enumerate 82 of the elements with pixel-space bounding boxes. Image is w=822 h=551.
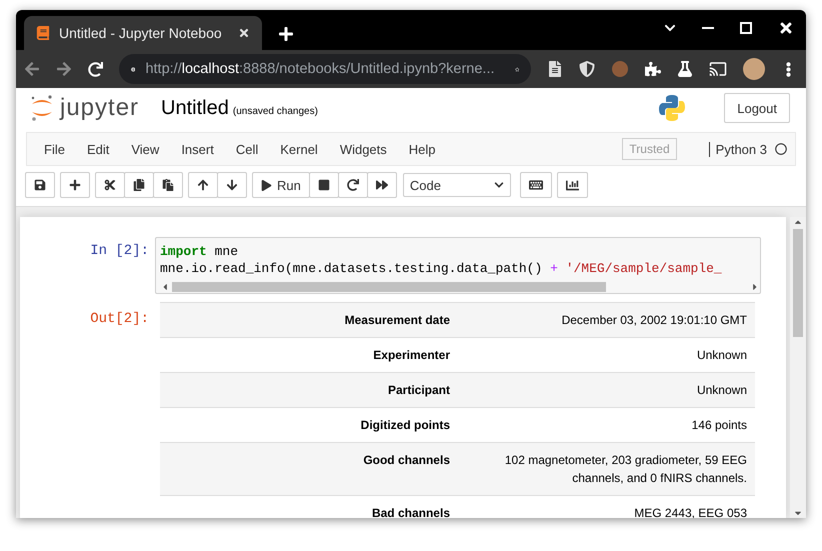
cut-button[interactable] [95, 172, 125, 198]
tab-title: Untitled - Jupyter Noteboo [59, 25, 223, 41]
notebook-name[interactable]: Untitled [161, 96, 229, 118]
menu-item[interactable]: Cell [226, 142, 272, 156]
move-up-button[interactable] [188, 172, 218, 198]
table-cell-text: December 03, 2002 19:01:10 GMT [560, 312, 747, 329]
table-header-cell-text: Experimenter [372, 347, 450, 364]
scrollbar-thumb[interactable] [172, 282, 606, 292]
play-icon [261, 180, 272, 190]
menu-item[interactable]: Help [400, 142, 449, 156]
restart-button[interactable] [338, 172, 368, 198]
new-tab-icon [278, 26, 294, 42]
chevron-down-icon [494, 180, 504, 190]
menu-item[interactable]: Edit [78, 142, 122, 156]
fast-forward-button[interactable] [366, 172, 397, 198]
save-icon [34, 179, 46, 191]
cast-icon [709, 60, 727, 78]
table-header-cell-text: Measurement date [344, 312, 450, 329]
paste-icon [162, 179, 174, 191]
url-text: localhost [182, 61, 239, 77]
keyboard-button[interactable] [520, 172, 552, 198]
menu-item[interactable]: Insert [172, 142, 227, 156]
restart-icon [346, 179, 359, 191]
menu-item[interactable]: View [122, 142, 172, 156]
chart-button[interactable] [556, 172, 588, 198]
avatar[interactable] [743, 58, 765, 80]
scrollbar-thumb[interactable] [793, 229, 803, 337]
stop-icon [318, 179, 330, 191]
jupyter-logo: jupyter [30, 94, 140, 122]
paste-button[interactable] [153, 172, 183, 198]
table-cell-text: 146 points [690, 417, 747, 434]
output-prompt: Out[2]: [89, 310, 150, 327]
kernel-name: Python 3 [708, 142, 767, 156]
code-line: mne.io.read_info(mne.datasets.testing.data_path() + '/MEG/sample/sample_ [160, 260, 723, 277]
back-icon [24, 61, 40, 77]
table-header-cell-text: Participant [386, 382, 450, 399]
run-button[interactable]: Run [252, 172, 310, 198]
book-icon [36, 26, 50, 40]
url-text: :8888/notebooks/Untitled.ipynb?kerne... [238, 61, 495, 77]
close-icon [778, 20, 794, 36]
stop-button[interactable] [308, 172, 339, 198]
kernel-status-icon [775, 143, 787, 155]
table-header-cell-text: Digitized points [360, 417, 450, 434]
menu-item[interactable]: File [35, 142, 78, 156]
table-cell-text: Unknown [696, 347, 747, 364]
puzzle-icon [645, 61, 661, 77]
address-field[interactable]: http://localhost:8888/notebooks/Untitled.ipynb?kerne... [119, 54, 531, 84]
menu-item[interactable]: Kernel [271, 142, 331, 156]
close-icon [238, 27, 250, 39]
table-cell-text: 102 magnetometer, 203 gradiometer, 59 EEG channels, and 0 fNIRS channels. [504, 452, 747, 487]
code-cell[interactable]: import mne mne.io.read_info(mne.datasets.testing.data_path() + '/MEG/sample/sample_ [155, 237, 761, 294]
save-status: (unsaved changes) [232, 106, 318, 116]
fast-forward-icon [376, 179, 388, 191]
logout-button[interactable]: Logout [724, 93, 790, 123]
bar-chart-icon [566, 178, 579, 192]
plus-icon [69, 179, 81, 191]
copy-icon [133, 179, 145, 191]
table-header-cell-text: Good channels [362, 452, 450, 469]
url-text: http:// [145, 61, 182, 77]
reload-icon [88, 62, 103, 76]
flask-icon [677, 61, 693, 77]
table-cell-text: Unknown [696, 382, 747, 399]
python-logo [658, 94, 686, 122]
shield-icon [579, 61, 595, 77]
maximize-icon[interactable] [740, 22, 752, 34]
arrow-up-icon [197, 179, 209, 191]
input-prompt: In [2]: [89, 242, 150, 259]
chevron-down-icon [664, 22, 676, 34]
code-line: import mne [160, 243, 240, 260]
cell-type-select[interactable]: Code [402, 173, 511, 197]
menu-item[interactable]: Widgets [330, 142, 400, 156]
document-icon [547, 61, 563, 77]
forward-icon [56, 61, 72, 77]
browser-tab[interactable]: Untitled - Jupyter Noteboo [24, 16, 262, 50]
table-header-cell-text: Bad channels [370, 505, 450, 518]
keyboard-icon [528, 178, 543, 192]
add-cell-button[interactable] [60, 172, 90, 198]
copy-button[interactable] [124, 172, 154, 198]
arrow-down-icon [226, 179, 238, 191]
scissors-icon [104, 179, 116, 191]
save-button[interactable] [25, 172, 55, 198]
move-down-button[interactable] [217, 172, 247, 198]
